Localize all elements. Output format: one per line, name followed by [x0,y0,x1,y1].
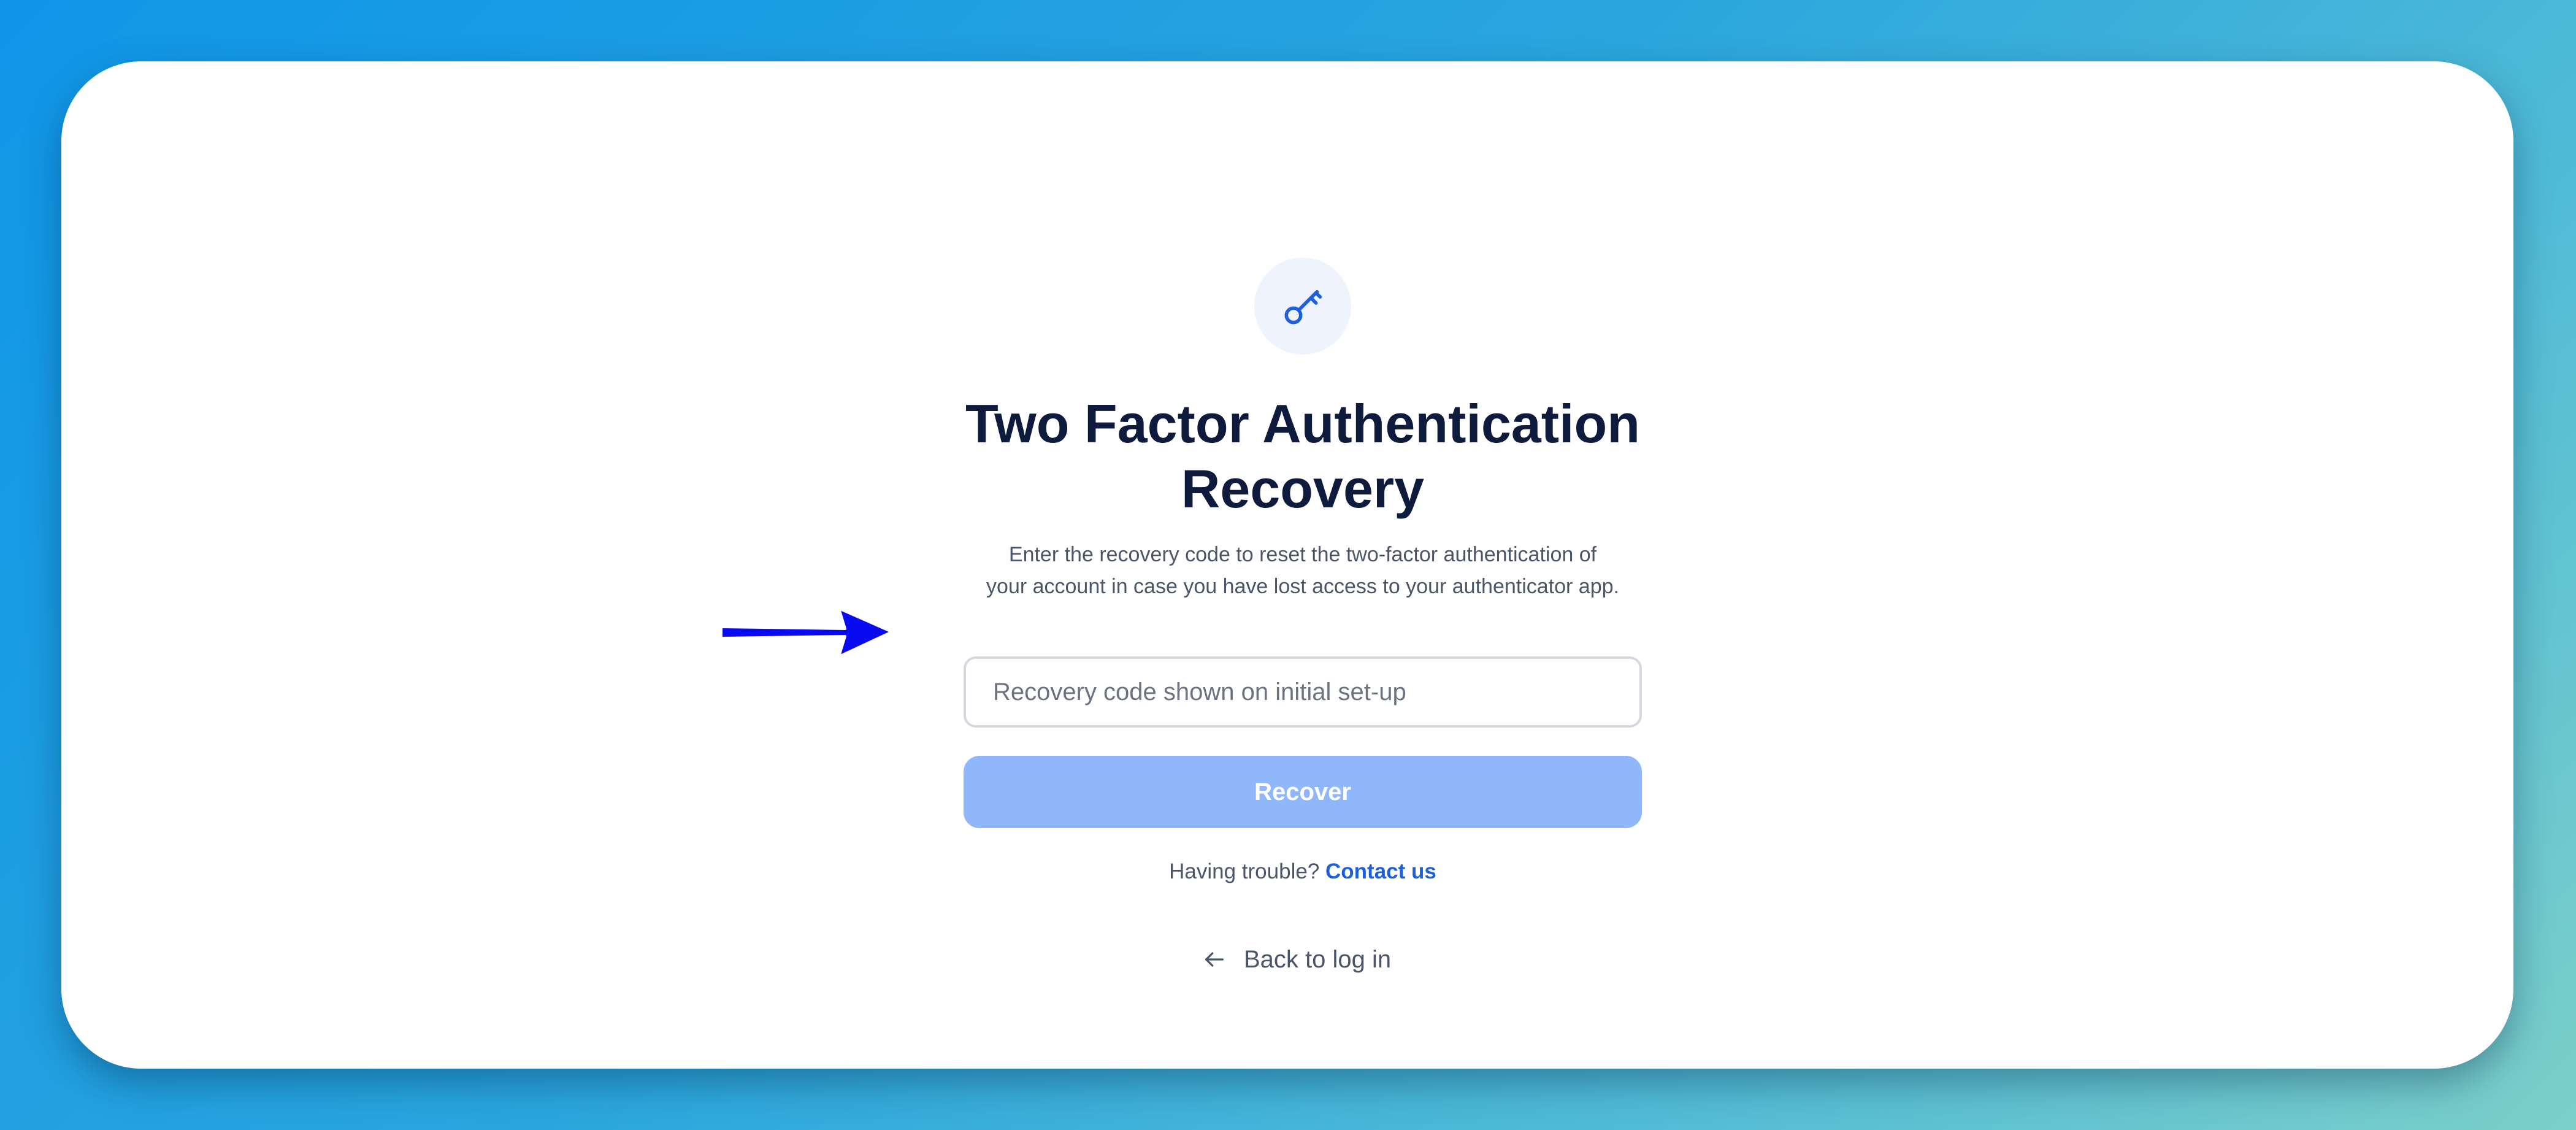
page-description: Enter the recovery code to reset the two… [920,539,1685,602]
page-title-line-2: Recovery [1181,458,1425,519]
help-text: Having trouble? Contact us [964,856,1642,887]
page-title: Two Factor Authentication Recovery [859,391,1747,521]
recover-button[interactable]: Recover [964,756,1642,828]
description-line-2: your account in case you have lost acces… [986,575,1619,598]
contact-us-link[interactable]: Contact us [1325,859,1436,883]
back-to-login-label: Back to log in [1244,945,1392,973]
help-prompt: Having trouble? [1169,859,1320,883]
recovery-code-input[interactable] [964,656,1642,728]
description-line-1: Enter the recovery code to reset the two… [1008,543,1597,566]
key-icon [1254,258,1351,355]
recovery-card: Two Factor Authentication Recovery Enter… [61,61,2513,1069]
page-title-line-1: Two Factor Authentication [965,393,1640,454]
back-to-login-link[interactable]: Back to log in [1202,940,1391,979]
pointer-arrow-icon [720,607,893,658]
arrow-left-icon [1202,947,1227,972]
